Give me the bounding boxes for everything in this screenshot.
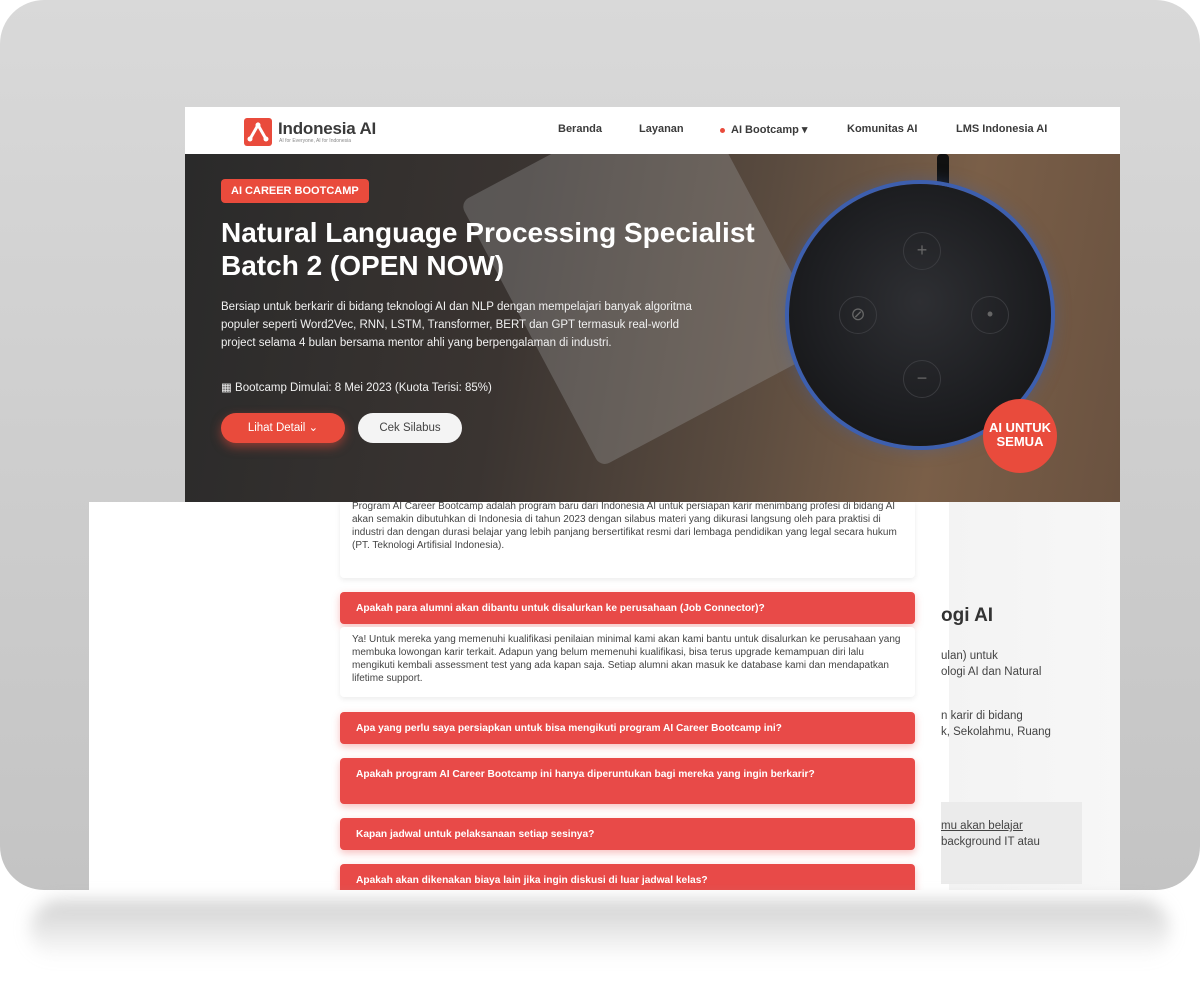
ai-untuk-semua-sticker: AI UNTUK SEMUA (983, 399, 1057, 473)
faq-answer: Ya! Untuk mereka yang memenuhi kualifika… (340, 627, 915, 697)
hero-title: Natural Language Processing Specialist B… (221, 217, 755, 281)
nav-beranda[interactable]: Beranda (558, 123, 602, 135)
action-icon: • (971, 296, 1009, 334)
right-text-line: k, Sekolahmu, Ruang (941, 726, 1051, 738)
active-dot-icon (720, 127, 725, 133)
bootcamp-date: ▦ Bootcamp Dimulai: 8 Mei 2023 (Kuota Te… (221, 382, 492, 394)
mic-off-icon: ⊘ (839, 296, 877, 334)
faq-question[interactable]: Kapan jadwal untuk pelaksanaan setiap se… (340, 818, 915, 850)
faq-question[interactable]: Apakah para alumni akan dibantu untuk di… (340, 592, 915, 624)
faq-question[interactable]: Apakah program AI Career Bootcamp ini ha… (340, 758, 915, 804)
nav-ai-bootcamp-label: AI Bootcamp ▾ (731, 124, 808, 136)
hero-description: Bersiap untuk berkarir di bidang teknolo… (221, 301, 692, 349)
faq-page: ogi AI ulan) untuk ologi AI dan Natural … (89, 502, 1120, 890)
right-text-line: ulan) untuk (941, 650, 998, 662)
logo-name: Indonesia AI (278, 119, 377, 138)
logo-tagline: AI for Everyone, AI for Indonesia (279, 138, 351, 144)
right-text-line: n karir di bidang (941, 710, 1023, 722)
faq-question[interactable]: Apa yang perlu saya persiapkan untuk bis… (340, 712, 915, 744)
nav-layanan[interactable]: Layanan (639, 123, 684, 135)
landing-page: Indonesia AI AI for Everyone, AI for Ind… (185, 107, 1120, 502)
faq-answer: Program AI Career Bootcamp adalah progra… (340, 502, 915, 578)
right-box-text: background IT atau (941, 836, 1040, 848)
category-badge: AI CAREER BOOTCAMP (221, 179, 369, 203)
plus-icon: + (903, 232, 941, 270)
hero-banner: + ⊘ • − AI UNTUK SEMUA AI CAREER BOOTCAM… (185, 154, 1120, 502)
lihat-detail-button[interactable]: Lihat Detail ⌄ (221, 413, 345, 443)
right-text-line: ologi AI dan Natural (941, 666, 1042, 678)
logo[interactable]: Indonesia AI AI for Everyone, AI for Ind… (244, 116, 394, 146)
navbar: Indonesia AI AI for Everyone, AI for Ind… (185, 107, 1120, 155)
minus-icon: − (903, 360, 941, 398)
nav-lms[interactable]: LMS Indonesia AI (956, 123, 1047, 135)
frame-reflection (30, 900, 1170, 960)
faq-question[interactable]: Apakah akan dikenakan biaya lain jika in… (340, 864, 915, 890)
right-box-link[interactable]: mu akan belajar (941, 820, 1023, 832)
screenshot-frame: Indonesia AI AI for Everyone, AI for Ind… (0, 0, 1200, 890)
nav-komunitas-ai[interactable]: Komunitas AI (847, 123, 918, 135)
faq-list: Program AI Career Bootcamp adalah progra… (340, 502, 917, 890)
logo-icon (244, 118, 272, 146)
nav-ai-bootcamp[interactable]: AI Bootcamp ▾ (720, 123, 807, 136)
right-heading: ogi AI (941, 605, 994, 626)
cek-silabus-button[interactable]: Cek Silabus (358, 413, 462, 443)
